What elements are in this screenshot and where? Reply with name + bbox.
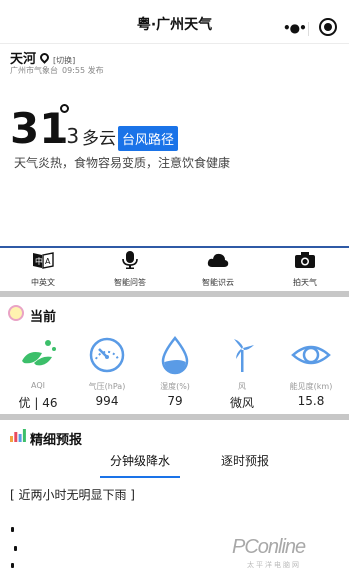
wind-label: 风 <box>238 382 246 391</box>
degree-icon <box>60 104 69 113</box>
temperature-decimal: .3 <box>60 124 80 148</box>
close-icon[interactable] <box>319 18 337 36</box>
tool-qa[interactable]: 智能问答 <box>100 251 160 288</box>
active-tab-indicator <box>100 476 180 478</box>
sun-icon <box>8 305 24 321</box>
aqi-label: AQI <box>31 381 45 390</box>
pressure-value: 994 <box>95 394 119 408</box>
weather-tip: 天气炎热，食物容易变质，注意饮食健康 <box>14 156 231 170</box>
gauge-icon <box>89 337 125 373</box>
bar-chart-icon <box>10 429 26 442</box>
section-gap <box>0 291 349 297</box>
chart-mark <box>11 527 14 532</box>
precipitation-hint: [ 近两小时无明显下雨 ] <box>10 488 135 502</box>
translate-icon: 中 A <box>33 252 54 269</box>
cloud-icon <box>207 253 229 267</box>
camera-icon <box>295 252 315 268</box>
droplet-icon <box>161 335 189 375</box>
section-title-current: 当前 <box>30 310 57 325</box>
visibility-value: 15.8 <box>297 394 325 408</box>
watermark-logo: PConline <box>232 536 306 558</box>
location-switch[interactable]: [切换] <box>53 56 75 65</box>
publish-time: 09:55 发布 <box>62 66 104 75</box>
watermark-subtitle: 太平洋电脑网 <box>247 561 301 569</box>
visibility-label: 能见度(km) <box>289 382 333 391</box>
svg-text:A: A <box>45 257 51 266</box>
humidity-label: 湿度(%) <box>160 382 190 391</box>
divider <box>0 246 349 248</box>
tool-cloud-recognition[interactable]: 智能识云 <box>188 251 248 288</box>
current-wind: 风 微风 <box>212 335 272 411</box>
tab-minute-precipitation[interactable]: 分钟级降水 <box>110 452 170 469</box>
leaf-icon <box>22 340 56 366</box>
humidity-value: 79 <box>167 394 183 408</box>
tool-row: 中 A 中英文 智能问答 智能识云 拍天气 <box>0 249 349 289</box>
miniprogram-capsule: •●• <box>261 13 341 45</box>
pressure-label: 气压(hPa) <box>88 382 126 391</box>
current-aqi: AQI 优 | 46 <box>8 335 68 411</box>
section-gap <box>0 414 349 420</box>
current-pressure: 气压(hPa) 994 <box>77 335 137 408</box>
capsule-divider <box>308 22 309 36</box>
tool-translate[interactable]: 中 A 中英文 <box>13 251 73 288</box>
typhoon-path-button[interactable]: 台风路径 <box>118 126 179 151</box>
weather-condition: 多云 <box>82 129 116 149</box>
tool-label: 智能问答 <box>114 278 146 287</box>
microphone-icon <box>122 251 138 269</box>
wind-turbine-icon <box>234 339 254 372</box>
chart-mark <box>11 563 14 568</box>
more-icon[interactable]: •●• <box>283 21 307 35</box>
section-title-forecast: 精细预报 <box>30 433 83 448</box>
current-humidity: 湿度(%) 79 <box>145 335 205 408</box>
tool-photo-weather[interactable]: 拍天气 <box>275 251 335 288</box>
tool-label: 拍天气 <box>293 278 317 287</box>
publish-info: 广州市气象台 09:55 发布 <box>10 65 104 76</box>
wind-value: 微风 <box>229 396 254 410</box>
aqi-value: 优 | 46 <box>18 396 58 410</box>
location-pin-icon <box>38 51 51 64</box>
forecast-tabs: 分钟级降水 逐时预报 <box>0 452 349 478</box>
chart-mark <box>14 546 17 551</box>
publisher: 广州市气象台 <box>10 66 58 75</box>
nav-bar: 粤·广州天气 •●• <box>0 0 349 44</box>
eye-icon <box>291 345 331 365</box>
current-visibility: 能见度(km) 15.8 <box>281 335 341 408</box>
svg-text:中: 中 <box>35 256 43 266</box>
tool-label: 智能识云 <box>202 278 234 287</box>
tool-label: 中英文 <box>31 278 55 287</box>
tab-hourly-forecast[interactable]: 逐时预报 <box>221 452 269 469</box>
